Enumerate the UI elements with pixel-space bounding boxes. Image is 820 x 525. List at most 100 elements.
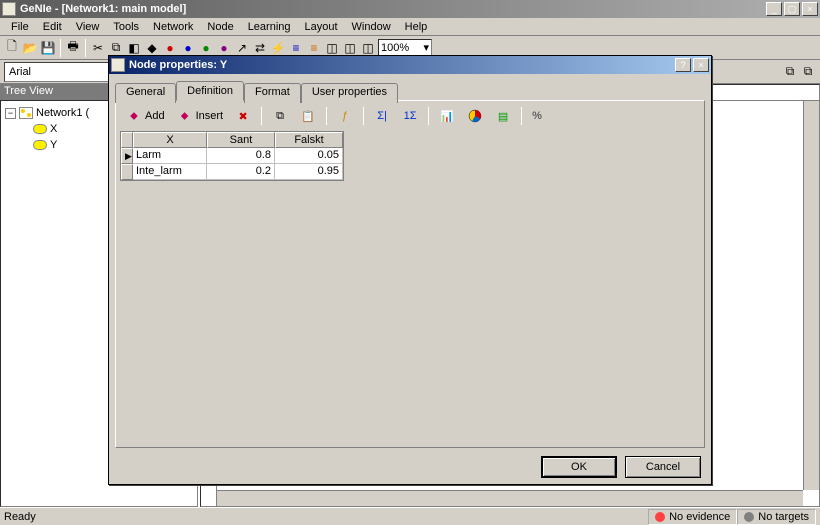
barchart-button[interactable]: 📊 [435, 106, 459, 126]
delete-row-button[interactable]: ✖ [231, 106, 255, 126]
new-icon[interactable]: 🗋 [4, 40, 20, 56]
copy-icon: ⧉ [272, 108, 288, 124]
cell-value[interactable]: 0.2 [207, 164, 275, 180]
minimize-button[interactable]: _ [766, 2, 782, 16]
grid-header-state2[interactable]: Falskt [275, 132, 343, 148]
generic-icon[interactable]: ⚡ [270, 40, 286, 56]
grid-header-parent[interactable]: X [133, 132, 207, 148]
normalize-icon: 1Σ [402, 108, 418, 124]
insert-row-button[interactable]: ⬥Insert [173, 106, 228, 126]
cell-value[interactable]: 0.8 [207, 148, 275, 164]
dialog-titlebar[interactable]: Node properties: Y ? × [109, 56, 711, 74]
copy-icon[interactable]: ⧉ [782, 64, 798, 80]
add-row-button[interactable]: ⬥Add [122, 106, 169, 126]
copy-icon[interactable]: ⧉ [108, 40, 124, 56]
percent-button[interactable]: % [528, 106, 546, 126]
cancel-button[interactable]: Cancel [625, 456, 701, 478]
distribution-icon: ▤ [495, 108, 511, 124]
node-icon [33, 124, 47, 134]
distribution-button[interactable]: ▤ [491, 106, 515, 126]
ok-button[interactable]: OK [541, 456, 617, 478]
menu-window[interactable]: Window [345, 20, 398, 34]
paste-icon: 📋 [300, 108, 316, 124]
cut-icon[interactable]: ✂ [90, 40, 106, 56]
menu-learning[interactable]: Learning [241, 20, 298, 34]
menu-node[interactable]: Node [200, 20, 240, 34]
toolbar-separator [326, 107, 327, 125]
toolbar-separator [60, 39, 61, 57]
copy-button[interactable]: ⧉ [268, 106, 292, 126]
row-selector[interactable] [121, 164, 133, 180]
sum-button[interactable]: Σ| [370, 106, 394, 126]
cell-value[interactable]: 0.95 [275, 164, 343, 180]
generic-icon[interactable]: ◫ [360, 40, 376, 56]
dialog-help-button[interactable]: ? [675, 58, 691, 72]
collapse-icon[interactable]: − [5, 108, 16, 119]
cell-state-name[interactable]: Larm [133, 148, 207, 164]
tab-format[interactable]: Format [244, 83, 301, 103]
generic-icon[interactable]: ◫ [324, 40, 340, 56]
table-row[interactable]: Inte_larm 0.2 0.95 [121, 164, 343, 180]
tab-definition[interactable]: Definition [176, 81, 244, 101]
zoom-combo[interactable]: 100%▾ [378, 39, 432, 57]
piechart-button[interactable] [463, 106, 487, 126]
link-icon[interactable]: ⧉ [800, 64, 816, 80]
save-icon[interactable]: 💾 [40, 40, 56, 56]
menu-layout[interactable]: Layout [298, 20, 345, 34]
toolbar-separator [85, 39, 86, 57]
main-window-buttons: _ ▢ × [766, 2, 818, 16]
print-icon[interactable]: 🖶 [65, 40, 81, 56]
dialog-buttons: OK Cancel [115, 448, 705, 478]
scrollbar-vertical[interactable] [803, 101, 819, 490]
cell-value[interactable]: 0.05 [275, 148, 343, 164]
generic-icon[interactable]: ● [216, 40, 232, 56]
window-icon [111, 58, 125, 72]
menu-help[interactable]: Help [398, 20, 435, 34]
generic-icon[interactable]: ↗ [234, 40, 250, 56]
dialog-window-buttons: ? × [675, 58, 709, 72]
dialog-tabs: General Definition Format User propertie… [115, 81, 705, 101]
table-row[interactable]: ▶ Larm 0.8 0.05 [121, 148, 343, 164]
tree-node-label: Y [50, 139, 57, 151]
generic-icon[interactable]: ◧ [126, 40, 142, 56]
tab-user-properties[interactable]: User properties [301, 83, 398, 103]
function-button[interactable]: ƒ [333, 106, 357, 126]
main-title: GeNIe - [Network1: main model] [20, 3, 766, 15]
generic-icon[interactable]: ● [162, 40, 178, 56]
node-icon [33, 140, 47, 150]
cell-state-name[interactable]: Inte_larm [133, 164, 207, 180]
function-icon: ƒ [337, 108, 353, 124]
toolbar-separator [363, 107, 364, 125]
cpt-grid[interactable]: X Sant Falskt ▶ Larm 0.8 0.05 Inte_larm … [120, 131, 344, 181]
network-icon [19, 107, 33, 119]
row-selector[interactable]: ▶ [121, 148, 133, 164]
grid-header-state1[interactable]: Sant [207, 132, 275, 148]
generic-icon[interactable]: ≡ [306, 40, 322, 56]
generic-icon[interactable]: ≡ [288, 40, 304, 56]
dialog-close-button[interactable]: × [693, 58, 709, 72]
normalize-button[interactable]: 1Σ [398, 106, 422, 126]
menu-tools[interactable]: Tools [106, 20, 146, 34]
tab-general[interactable]: General [115, 83, 176, 103]
maximize-button[interactable]: ▢ [784, 2, 800, 16]
app-icon [2, 2, 16, 16]
menu-network[interactable]: Network [146, 20, 200, 34]
generic-icon[interactable]: ● [198, 40, 214, 56]
dialog-title: Node properties: Y [129, 59, 675, 71]
generic-icon[interactable]: ⇄ [252, 40, 268, 56]
generic-icon[interactable]: ◫ [342, 40, 358, 56]
generic-icon[interactable]: ◆ [144, 40, 160, 56]
menu-edit[interactable]: Edit [36, 20, 69, 34]
scrollbar-horizontal[interactable] [217, 490, 803, 506]
statusbar: Ready No evidence No targets [0, 507, 820, 525]
menu-file[interactable]: File [4, 20, 36, 34]
close-button[interactable]: × [802, 2, 818, 16]
toolbar-separator [428, 107, 429, 125]
generic-icon[interactable]: ● [180, 40, 196, 56]
paste-button[interactable]: 📋 [296, 106, 320, 126]
status-evidence-label: No evidence [669, 511, 730, 523]
barchart-icon: 📊 [439, 108, 455, 124]
open-icon[interactable]: 📂 [22, 40, 38, 56]
menu-view[interactable]: View [69, 20, 107, 34]
insert-label: Insert [196, 110, 224, 122]
